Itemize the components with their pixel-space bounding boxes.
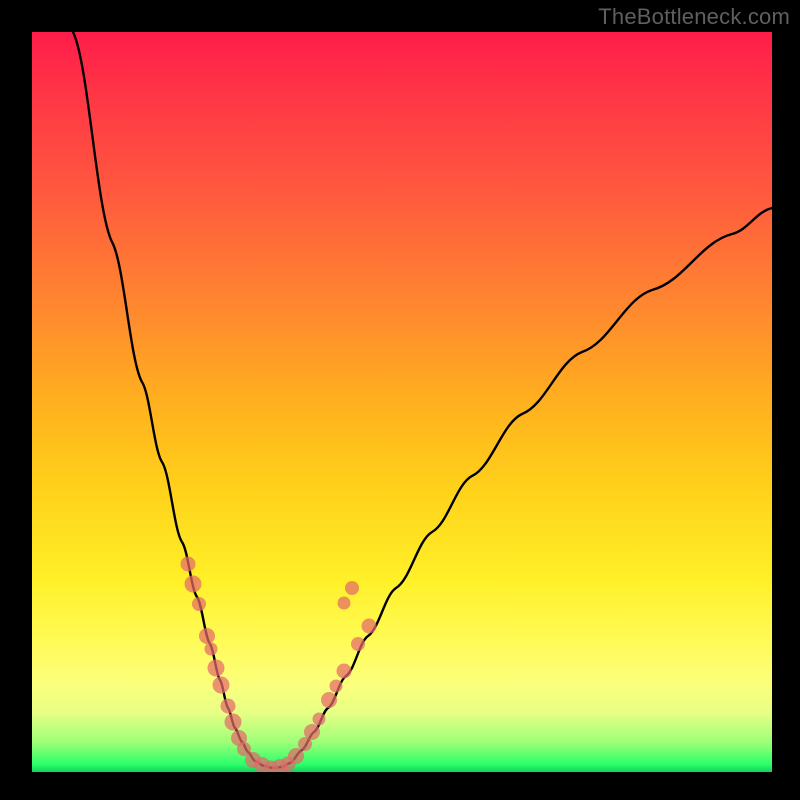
- marker-dot: [337, 664, 352, 679]
- curve-right-branch: [290, 208, 772, 763]
- marker-dot: [288, 748, 304, 764]
- marker-dot: [304, 724, 320, 740]
- marker-dot: [351, 637, 365, 651]
- chart-frame: TheBottleneck.com: [0, 0, 800, 800]
- marker-dot: [225, 714, 242, 731]
- marker-dot: [213, 677, 230, 694]
- marker-dot: [345, 581, 359, 595]
- marker-dot: [192, 597, 206, 611]
- marker-dot: [321, 692, 337, 708]
- marker-dot: [199, 628, 215, 644]
- marker-dot: [221, 699, 236, 714]
- marker-dot: [313, 713, 326, 726]
- marker-dot: [330, 680, 343, 693]
- watermark-text: TheBottleneck.com: [598, 4, 790, 30]
- marker-dot: [181, 557, 196, 572]
- marker-dot: [208, 660, 225, 677]
- marker-dot: [205, 643, 218, 656]
- curve-plot: [32, 32, 772, 772]
- curve-left-branch: [73, 32, 255, 761]
- marker-dot: [185, 576, 202, 593]
- marker-dot: [362, 619, 377, 634]
- marker-dot: [338, 597, 351, 610]
- marker-dots: [181, 557, 377, 773]
- curve-group: [73, 32, 772, 768]
